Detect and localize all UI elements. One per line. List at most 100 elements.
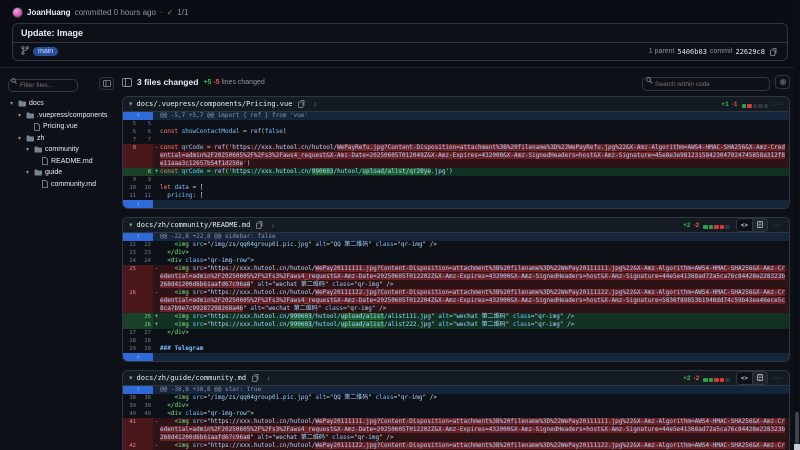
tree-item-zh[interactable]: ▾zh <box>8 133 114 145</box>
hunk-row: ↑ @@ -5,7 +5,7 @@ import { ref } from 'vu… <box>123 112 789 120</box>
new-line-number[interactable]: 24 <box>138 257 153 265</box>
new-line-number[interactable]: 29 <box>138 345 153 353</box>
diff-settings-button[interactable] <box>775 75 790 89</box>
new-line-number[interactable]: 5 <box>138 120 153 128</box>
new-line-number[interactable]: 9 <box>138 176 153 184</box>
file-path-link[interactable]: docs/.vuepress/components/Pricing.vue <box>137 100 293 108</box>
hunk-header-text: @@ -5,7 +5,7 @@ import { ref } from 'vue… <box>160 112 789 120</box>
file-options-kebab[interactable]: ··· <box>773 101 783 108</box>
line-number-gutter: 1010 <box>123 184 153 192</box>
new-line-number[interactable]: 10 <box>138 184 153 192</box>
expand-hunk-button[interactable]: ↑ <box>123 233 153 241</box>
expand-down-button[interactable]: ↓ <box>123 200 153 208</box>
new-line-number[interactable] <box>138 144 153 168</box>
expand-all-button[interactable]: ↕ <box>269 222 276 229</box>
old-line-number[interactable]: 11 <box>123 192 138 200</box>
rich-diff-button[interactable] <box>752 219 767 231</box>
new-line-number[interactable] <box>138 289 153 313</box>
tree-item-readme-md[interactable]: README.md <box>8 156 114 168</box>
collapse-file-tree-button[interactable] <box>99 77 114 90</box>
search-within-code-input[interactable] <box>642 77 770 91</box>
new-line-number[interactable] <box>138 265 153 289</box>
tree-item-docs[interactable]: ▾docs <box>8 98 114 110</box>
copy-path-button[interactable] <box>250 374 261 382</box>
old-line-number[interactable]: 25 <box>123 265 138 289</box>
chevron-down-icon[interactable]: ▾ <box>129 221 133 229</box>
old-line-number[interactable]: 10 <box>123 184 138 192</box>
copy-sha-button[interactable] <box>768 48 779 56</box>
old-line-number[interactable]: 41 <box>123 418 138 442</box>
old-line-number[interactable]: 29 <box>123 345 138 353</box>
filter-files-input[interactable] <box>8 79 78 92</box>
new-line-number[interactable]: 23 <box>138 249 153 257</box>
page-scrollbar[interactable] <box>794 0 800 450</box>
new-line-number[interactable]: 6 <box>138 128 153 136</box>
old-line-number[interactable]: 7 <box>123 136 138 144</box>
new-line-number[interactable]: 25 <box>138 313 153 321</box>
file-path-link[interactable]: docs/zh/community/README.md <box>137 221 251 229</box>
code-segment: https://xxx.hutool.cn/hutool/ <box>211 418 316 425</box>
old-line-number[interactable]: 26 <box>123 289 138 313</box>
new-line-number[interactable]: 40 <box>138 410 153 418</box>
old-line-number[interactable]: 27 <box>123 329 138 337</box>
old-line-number[interactable]: 38 <box>123 394 138 402</box>
new-line-number[interactable]: 26 <box>138 321 153 329</box>
checks-count[interactable]: 1/1 <box>177 8 188 17</box>
old-line-number[interactable]: 39 <box>123 402 138 410</box>
checks-success-icon[interactable]: ✓ <box>167 8 174 17</box>
source-diff-button[interactable]: <> <box>737 219 752 231</box>
expand-all-button[interactable]: ↕ <box>311 101 318 108</box>
new-line-number[interactable] <box>138 442 153 450</box>
rich-diff-button[interactable] <box>752 372 767 384</box>
file-options-kebab[interactable]: ··· <box>773 222 783 229</box>
new-line-number[interactable]: 28 <box>138 337 153 345</box>
commit-author[interactable]: JoanHuang <box>27 8 71 17</box>
old-line-number[interactable]: 24 <box>123 257 138 265</box>
parent-sha-link[interactable]: 5406b03 <box>677 48 707 56</box>
chevron-down-icon[interactable]: ▾ <box>129 100 133 108</box>
file-options-kebab[interactable]: ··· <box>773 375 783 382</box>
old-line-number[interactable]: 8 <box>123 144 138 168</box>
new-line-number[interactable]: 22 <box>138 241 153 249</box>
tree-item-community[interactable]: ▾community <box>8 144 114 156</box>
expand-all-button[interactable]: ↕ <box>265 375 272 382</box>
new-line-number[interactable]: 38 <box>138 394 153 402</box>
scrollbar-thumb[interactable] <box>795 412 799 444</box>
new-line-number[interactable] <box>138 418 153 442</box>
old-line-number[interactable]: 28 <box>123 337 138 345</box>
copy-path-button[interactable] <box>296 100 307 108</box>
copy-path-button[interactable] <box>254 221 265 229</box>
code-segment: ref <box>214 144 225 151</box>
new-line-number[interactable]: 7 <box>138 136 153 144</box>
tree-item--vuepress-components[interactable]: ▾.vuepress/components <box>8 110 114 122</box>
code-segment: alt <box>258 281 269 288</box>
new-line-number[interactable]: 11 <box>138 192 153 200</box>
old-line-number[interactable] <box>123 313 138 321</box>
old-line-number[interactable]: 42 <box>123 442 138 450</box>
chevron-down-icon[interactable]: ▾ <box>129 374 133 382</box>
tree-item-guide[interactable]: ▾guide <box>8 167 114 179</box>
diff-view-toggle: <> <box>736 371 768 385</box>
expand-hunk-button[interactable]: ↑ <box>123 112 153 120</box>
old-line-number[interactable]: 6 <box>123 128 138 136</box>
expand-marker <box>153 200 160 208</box>
new-line-number[interactable]: 27 <box>138 329 153 337</box>
tree-item-pricing-vue[interactable]: Pricing.vue <box>8 121 114 133</box>
branch-badge[interactable]: main <box>33 47 58 56</box>
file-path-link[interactable]: docs/zh/guide/community.md <box>137 374 247 382</box>
old-line-number[interactable]: 5 <box>123 120 138 128</box>
source-diff-button[interactable]: <> <box>737 372 752 384</box>
expand-down-button[interactable]: ↓ <box>123 353 153 361</box>
expand-hunk-button[interactable]: ↑ <box>123 386 153 394</box>
old-line-number[interactable]: 22 <box>123 241 138 249</box>
toggle-file-tree-button[interactable] <box>122 78 132 87</box>
old-line-number[interactable]: 9 <box>123 176 138 184</box>
old-line-number[interactable] <box>123 321 138 329</box>
old-line-number[interactable] <box>123 168 138 176</box>
old-line-number[interactable]: 23 <box>123 249 138 257</box>
avatar[interactable] <box>12 7 23 18</box>
tree-item-community-md[interactable]: community.md <box>8 179 114 191</box>
new-line-number[interactable]: 39 <box>138 402 153 410</box>
new-line-number[interactable]: 8 <box>138 168 153 176</box>
old-line-number[interactable]: 40 <box>123 410 138 418</box>
